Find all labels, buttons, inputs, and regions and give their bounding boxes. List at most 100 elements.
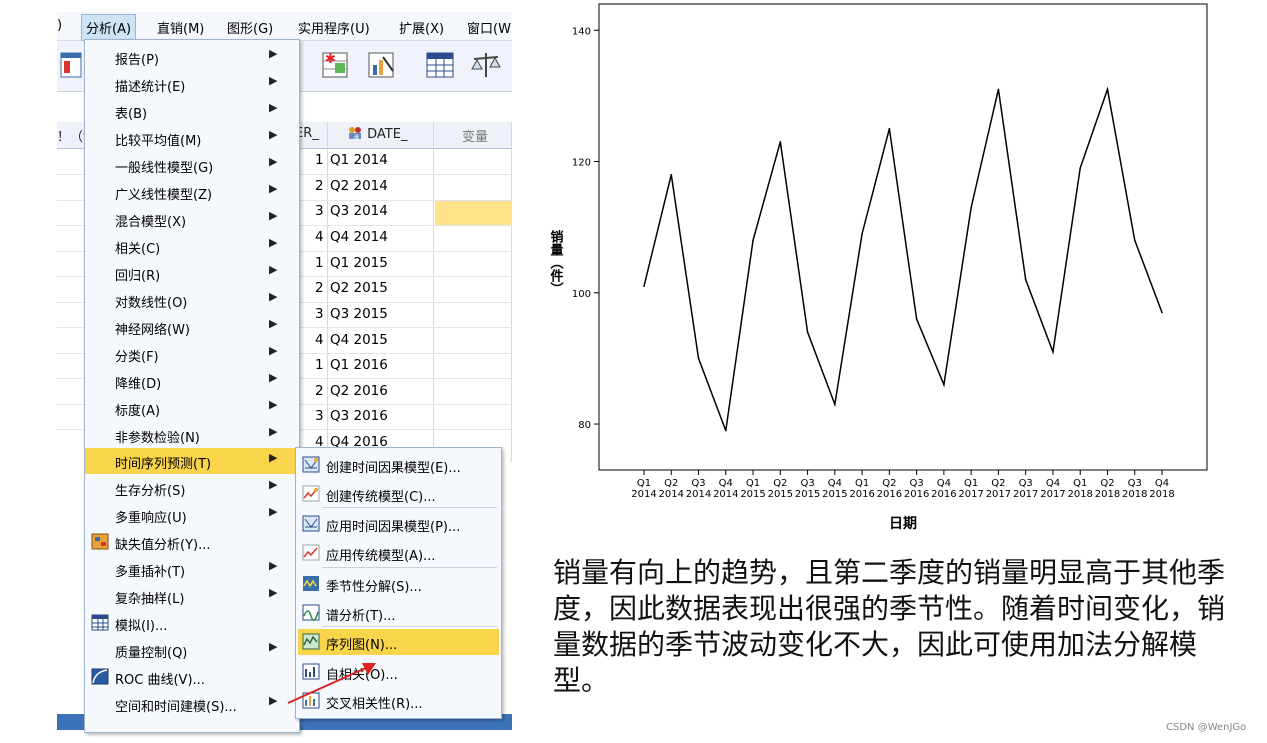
- y-tick-label: 80: [578, 420, 591, 431]
- cell-n[interactable]: 2: [315, 383, 324, 399]
- menu-item-prev[interactable]: ): [57, 18, 62, 33]
- menu-item-create-traditional-model[interactable]: 创建传统模型(C)...: [298, 481, 499, 507]
- menu-item-apply-traditional-model[interactable]: 应用传统模型(A)...: [298, 540, 499, 566]
- menu-item-missing-value-analysis[interactable]: 缺失值分析(Y)...: [85, 529, 297, 555]
- cell-date[interactable]: Q3 2014: [330, 203, 388, 219]
- menu-item-multiple-imputation[interactable]: 多重插补(T) ▶: [85, 556, 297, 582]
- menu-item-sequence-charts[interactable]: 序列图(N)...: [298, 629, 499, 655]
- x-tick-label-year: 2015: [795, 489, 820, 500]
- cell-n[interactable]: 2: [315, 178, 324, 194]
- x-tick-label-quarter: Q4: [1046, 478, 1060, 489]
- menu-item-seasonal-decomposition[interactable]: 季节性分解(S)...: [298, 571, 499, 597]
- cell-n[interactable]: 3: [315, 203, 324, 219]
- column-header-left[interactable]: ！（f: [57, 126, 88, 145]
- menu-item-roc-curve[interactable]: ROC 曲线(V)...: [85, 664, 297, 690]
- menu-item-scale[interactable]: 标度(A) ▶: [85, 395, 297, 421]
- cell-n[interactable]: 4: [315, 229, 324, 245]
- x-tick-label-quarter: Q2: [882, 478, 896, 489]
- menu-item-label: 复杂抽样(L): [115, 592, 185, 607]
- menu-item-multiple-response[interactable]: 多重响应(U) ▶: [85, 502, 297, 528]
- menu-item-complex-samples[interactable]: 复杂抽样(L) ▶: [85, 583, 297, 609]
- submenu-arrow-icon: ▶: [269, 425, 278, 438]
- cell-date[interactable]: Q1 2016: [330, 357, 388, 373]
- menu-item-quality-control[interactable]: 质量控制(Q) ▶: [85, 637, 297, 663]
- menu-item-generalized-linear-models[interactable]: 广义线性模型(Z) ▶: [85, 179, 297, 205]
- menu-item-classify[interactable]: 分类(F) ▶: [85, 341, 297, 367]
- menu-item-create-temporal-causal-model[interactable]: 创建时间因果模型(E)...: [298, 452, 499, 478]
- menu-item-general-linear-model[interactable]: 一般线性模型(G) ▶: [85, 152, 297, 178]
- data-point: [997, 88, 1000, 91]
- cell-date[interactable]: Q3 2016: [330, 408, 388, 424]
- submenu-arrow-icon: ▶: [269, 640, 278, 653]
- cell-n[interactable]: 1: [315, 255, 324, 271]
- menu-item-graphs[interactable]: 图形(G): [227, 18, 273, 37]
- menu-item-label: 非参数检验(N): [115, 431, 200, 446]
- cell-n[interactable]: 4: [315, 332, 324, 348]
- y-tick-label: 120: [572, 158, 591, 169]
- x-tick-label-year: 2017: [1013, 489, 1038, 500]
- menu-item-direct-marketing[interactable]: 直销(M): [157, 18, 204, 37]
- menu-item-dimension-reduction[interactable]: 降维(D) ▶: [85, 368, 297, 394]
- cell-date[interactable]: Q1 2015: [330, 255, 388, 271]
- menu-item-survival[interactable]: 生存分析(S) ▶: [85, 475, 297, 501]
- weight-cases-icon[interactable]: [469, 49, 503, 81]
- x-tick-label-quarter: Q2: [1100, 478, 1114, 489]
- table-grid-icon[interactable]: [423, 49, 457, 81]
- menu-item-nonparametric-tests[interactable]: 非参数检验(N) ▶: [85, 422, 297, 448]
- cell-date[interactable]: Q2 2016: [330, 383, 388, 399]
- selected-cell[interactable]: [435, 200, 512, 225]
- cell-n[interactable]: 3: [315, 306, 324, 322]
- submenu-arrow-icon: ▶: [269, 478, 278, 491]
- cell-date[interactable]: Q2 2014: [330, 178, 388, 194]
- menu-item-mixed-models[interactable]: 混合模型(X) ▶: [85, 206, 297, 232]
- menu-item-correlate[interactable]: 相关(C) ▶: [85, 233, 297, 259]
- data-point: [643, 285, 645, 288]
- cell-n[interactable]: 1: [315, 152, 324, 168]
- cell-date[interactable]: Q1 2014: [330, 152, 388, 168]
- menu-item-extensions[interactable]: 扩展(X): [399, 18, 444, 37]
- menu-item-tables[interactable]: 表(B) ▶: [85, 98, 297, 124]
- data-point: [861, 232, 863, 235]
- menu-item-analyze[interactable]: 分析(A): [81, 14, 137, 41]
- column-header-date[interactable]: a DATE_: [347, 126, 407, 142]
- column-header-variable[interactable]: 变量: [462, 126, 488, 145]
- cell-date[interactable]: Q4 2015: [330, 332, 388, 348]
- x-tick-label-quarter: Q2: [773, 478, 787, 489]
- submenu-arrow-icon: ▶: [269, 398, 278, 411]
- analyze-menu: 报告(P) ▶ 描述统计(E) ▶ 表(B) ▶ 比较平均值(M) ▶ 一般线性模型(G…: [84, 39, 300, 733]
- x-tick-label-year: 2017: [1040, 489, 1065, 500]
- cell-n[interactable]: 2: [315, 280, 324, 296]
- cell-date[interactable]: Q4 2014: [330, 229, 388, 245]
- cell-n[interactable]: 3: [315, 408, 324, 424]
- menu-item-descriptive-statistics[interactable]: 描述统计(E) ▶: [85, 71, 297, 97]
- menu-item-neural-networks[interactable]: 神经网络(W) ▶: [85, 314, 297, 340]
- menu-item-simulation[interactable]: 模拟(I)...: [85, 610, 297, 636]
- x-tick-label-year: 2016: [931, 489, 956, 500]
- menu-item-utilities[interactable]: 实用程序(U): [298, 18, 370, 37]
- simulation-icon: [91, 614, 109, 631]
- select-cases-icon[interactable]: ✱: [319, 49, 353, 81]
- x-tick-label-year: 2015: [740, 489, 765, 500]
- menu-item-compare-means[interactable]: 比较平均值(M) ▶: [85, 125, 297, 151]
- cell-n[interactable]: 1: [315, 357, 324, 373]
- submenu-arrow-icon: ▶: [269, 505, 278, 518]
- seasonal-decomposition-icon: [303, 576, 319, 591]
- menu-item-apply-temporal-causal-model[interactable]: 应用时间因果模型(P)...: [298, 511, 499, 537]
- menu-item-regression[interactable]: 回归(R) ▶: [85, 260, 297, 286]
- menu-item-spatial-temporal-modeling[interactable]: 空间和时间建模(S)... ▶: [85, 691, 297, 717]
- x-axis: Q12014Q22014Q32014Q42014Q12015Q22015Q320…: [631, 470, 1175, 500]
- x-tick-label-quarter: Q3: [1128, 478, 1142, 489]
- menu-item-label: 序列图(N)...: [326, 638, 398, 653]
- svg-text:a: a: [354, 132, 359, 140]
- chart-builder-icon[interactable]: [365, 49, 399, 81]
- menu-item-spectral-analysis[interactable]: 谱分析(T)...: [298, 600, 499, 626]
- menu-item-reports[interactable]: 报告(P) ▶: [85, 44, 297, 70]
- data-point: [1133, 239, 1136, 242]
- cell-date[interactable]: Q3 2015: [330, 306, 388, 322]
- submenu-arrow-icon: ▶: [269, 236, 278, 249]
- menu-item-time-series-forecasting[interactable]: 时间序列预测(T) ▶: [85, 448, 297, 474]
- menu-item-loglinear[interactable]: 对数线性(O) ▶: [85, 287, 297, 313]
- menu-item-window[interactable]: 窗口(W: [467, 18, 511, 37]
- cell-date[interactable]: Q2 2015: [330, 280, 388, 296]
- x-tick-label-quarter: Q2: [664, 478, 678, 489]
